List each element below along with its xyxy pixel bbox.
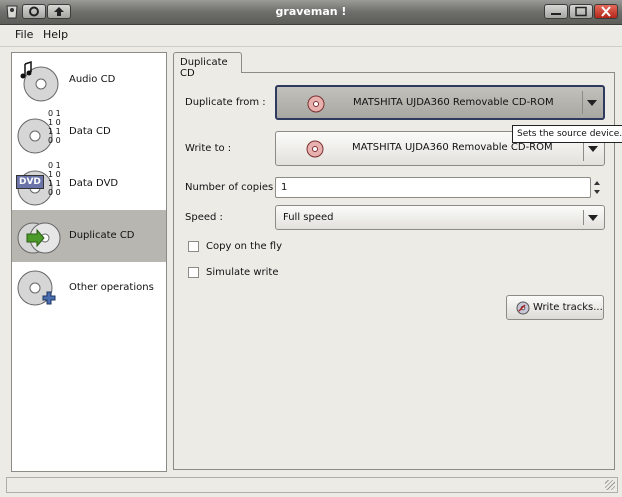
data-digit-row: 0 1	[48, 109, 61, 118]
speed-label: Speed :	[185, 212, 223, 223]
copies-stepper[interactable]	[591, 177, 603, 198]
data-digits: 0 1 1 0 1 1 0 0	[48, 161, 61, 197]
copy-on-fly-checkbox[interactable]	[188, 241, 199, 252]
copies-value: 1	[281, 182, 288, 193]
combo-separator	[583, 210, 584, 225]
sidebar-item-other-operations[interactable]: Other operations	[12, 262, 166, 314]
combo-separator	[582, 91, 583, 114]
sidebar-item-data-cd[interactable]: 0 1 1 0 1 1 0 0 Data CD	[12, 106, 166, 158]
menu-help[interactable]: Help	[43, 28, 68, 41]
sidebar-label-other-operations: Other operations	[69, 282, 154, 293]
write-to-value: MATSHITA UJDA360 Removable CD-ROM	[352, 142, 553, 153]
tab-label: Duplicate CD	[180, 57, 228, 79]
graveman-window: graveman ! File Help Audio CD 0 1 1 0 1 …	[0, 0, 622, 497]
write-tracks-button[interactable]: Write tracks...	[506, 295, 604, 320]
data-digit-row: 1 1	[48, 127, 61, 136]
close-button[interactable]	[594, 4, 618, 19]
sidebar: Audio CD 0 1 1 0 1 1 0 0 Data CD DVD 0 1	[11, 52, 167, 472]
sidebar-label-data-dvd: Data DVD	[69, 178, 119, 189]
maximize-button[interactable]	[569, 4, 593, 19]
stepper-up-icon[interactable]	[594, 181, 600, 185]
write-to-label: Write to :	[185, 143, 232, 154]
title-bar[interactable]: graveman !	[0, 0, 622, 25]
window-title: graveman !	[275, 5, 347, 18]
audio-cd-icon	[20, 60, 59, 102]
write-tracks-label: Write tracks...	[533, 302, 603, 313]
simulate-write-checkbox[interactable]	[188, 267, 199, 278]
duplicate-cd-icon	[17, 222, 61, 254]
data-digit-row: 0 0	[48, 188, 61, 197]
copies-label: Number of copies :	[185, 182, 280, 193]
duplicate-from-label: Duplicate from :	[185, 97, 266, 108]
duplicate-from-combo[interactable]: MATSHITA UJDA360 Removable CD-ROM	[275, 85, 605, 120]
data-digit-row: 0 1	[48, 161, 61, 170]
speed-value: Full speed	[283, 212, 334, 223]
chevron-down-icon	[587, 99, 597, 106]
tab-duplicate-cd[interactable]: Duplicate CD	[173, 52, 242, 79]
tooltip: Sets the source device.	[512, 125, 622, 143]
copies-input[interactable]: 1	[275, 177, 591, 198]
menu-bar: File Help	[0, 24, 622, 47]
sidebar-label-audio-cd: Audio CD	[69, 74, 116, 85]
cd-drive-icon	[307, 95, 325, 113]
sidebar-item-audio-cd[interactable]: Audio CD	[12, 54, 166, 106]
data-digit-row: 1 0	[48, 118, 61, 127]
data-digits: 0 1 1 0 1 1 0 0	[48, 109, 61, 145]
stepper-down-icon[interactable]	[594, 190, 600, 194]
dvd-badge: DVD	[16, 175, 44, 189]
close-icon	[601, 6, 611, 17]
tooltip-text: Sets the source device.	[517, 129, 622, 139]
sidebar-label-data-cd: Data CD	[69, 126, 111, 137]
sidebar-item-duplicate-cd[interactable]: Duplicate CD	[12, 210, 166, 262]
maximize-icon	[575, 6, 587, 17]
duplicate-from-value: MATSHITA UJDA360 Removable CD-ROM	[353, 97, 554, 108]
menu-file[interactable]: File	[15, 28, 33, 41]
resize-grip-icon[interactable]	[605, 480, 615, 490]
minimize-icon	[551, 13, 561, 15]
minimize-button[interactable]	[544, 4, 568, 19]
chevron-down-icon	[588, 214, 598, 221]
sidebar-label-duplicate-cd: Duplicate CD	[69, 230, 135, 241]
data-digit-row: 0 0	[48, 136, 61, 145]
cd-drive-icon	[306, 140, 324, 158]
speed-combo[interactable]: Full speed	[275, 205, 605, 230]
burn-disc-icon	[516, 301, 530, 315]
other-operations-icon	[17, 270, 56, 306]
simulate-write-label[interactable]: Simulate write	[206, 267, 279, 278]
copy-on-fly-label[interactable]: Copy on the fly	[206, 241, 282, 252]
data-digit-row: 1 0	[48, 170, 61, 179]
sidebar-item-data-dvd[interactable]: DVD 0 1 1 0 1 1 0 0 Data DVD	[12, 158, 166, 210]
chevron-down-icon	[588, 145, 598, 152]
data-digit-row: 1 1	[48, 179, 61, 188]
status-bar	[6, 477, 618, 493]
